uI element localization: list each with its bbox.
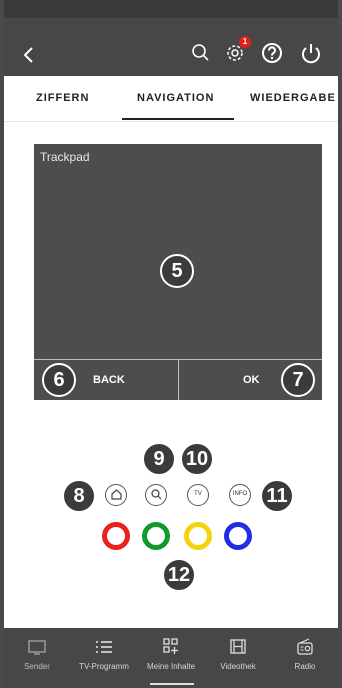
marker-7: 7: [281, 363, 315, 397]
phone-screen: 1 ZIFFERN NAVIGATION WIEDERGABE Trackpad…: [4, 0, 338, 688]
nav-label-tv-programm: TV-Programm: [79, 662, 129, 671]
nav-item-videothek[interactable]: Videothek: [205, 628, 271, 688]
back-button[interactable]: [18, 44, 40, 66]
nav-item-meine-inhalte[interactable]: Meine Inhalte: [138, 628, 204, 688]
radio-icon: [297, 638, 313, 655]
help-button[interactable]: [259, 40, 285, 66]
film-icon: [230, 639, 246, 654]
bottom-navigation: Sender TV-Programm Meine Inhalte Videoth…: [4, 628, 338, 688]
nav-item-tv-programm[interactable]: TV-Programm: [71, 628, 137, 688]
marker-6: 6: [42, 363, 76, 397]
trackpad-label: Trackpad: [40, 150, 90, 164]
back-key[interactable]: 6 BACK: [34, 360, 178, 400]
settings-button[interactable]: 1: [223, 36, 251, 66]
marker-10: 10: [180, 442, 214, 476]
tab-navigation[interactable]: NAVIGATION: [137, 92, 214, 104]
marker-5: 5: [160, 254, 194, 288]
yellow-button[interactable]: [184, 522, 212, 550]
nav-item-radio[interactable]: Radio: [272, 628, 338, 688]
home-indicator: [150, 683, 194, 685]
top-app-bar: 1: [4, 0, 338, 76]
tv-screen-icon: [28, 640, 46, 655]
help-icon: [262, 43, 282, 63]
tab-ziffern[interactable]: ZIFFERN: [36, 92, 89, 104]
red-button[interactable]: [102, 522, 130, 550]
search-icon: [150, 489, 161, 500]
power-button[interactable]: [298, 40, 324, 66]
nav-label-radio: Radio: [294, 662, 316, 671]
grid-plus-icon: [163, 638, 178, 654]
tab-wiedergabe[interactable]: WIEDERGABE: [250, 92, 336, 104]
ok-key[interactable]: OK 7: [179, 360, 322, 400]
tv-button[interactable]: TV: [187, 484, 209, 506]
active-tab-indicator: [122, 118, 234, 120]
info-button[interactable]: INFO: [229, 484, 251, 506]
list-icon: [96, 641, 112, 653]
search-icon: [192, 44, 209, 61]
search-button[interactable]: [188, 40, 214, 66]
nav-label-meine-inhalte: Meine Inhalte: [146, 662, 196, 671]
green-button[interactable]: [142, 522, 170, 550]
power-icon: [302, 44, 320, 64]
nav-label-videothek: Videothek: [220, 662, 256, 671]
marker-11: 11: [260, 479, 294, 513]
back-key-label: BACK: [93, 374, 125, 386]
chevron-left-icon: [23, 47, 33, 63]
marker-9: 9: [142, 442, 176, 476]
nav-label-sender: Sender: [24, 662, 50, 671]
home-icon: [110, 489, 122, 500]
ok-key-label: OK: [243, 374, 260, 386]
blue-button[interactable]: [224, 522, 252, 550]
home-button[interactable]: [105, 484, 127, 506]
marker-12: 12: [162, 558, 196, 592]
search-key-button[interactable]: [145, 484, 167, 506]
trackpad[interactable]: Trackpad 5 6 BACK OK 7: [34, 144, 322, 400]
tab-bar: ZIFFERN NAVIGATION WIEDERGABE: [4, 76, 338, 122]
nav-item-sender[interactable]: Sender: [4, 628, 70, 688]
notification-badge: 1: [239, 36, 251, 48]
marker-8: 8: [62, 479, 96, 513]
